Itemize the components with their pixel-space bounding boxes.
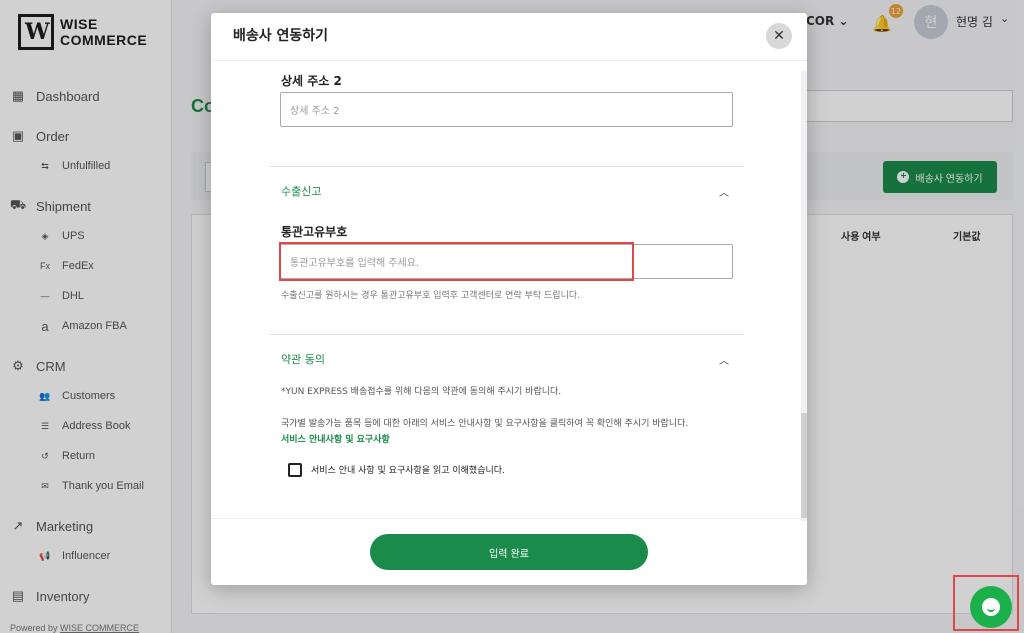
submit-button[interactable]: 입력 완료: [370, 534, 648, 570]
footer-divider: [211, 518, 807, 519]
terms-checkbox[interactable]: [288, 463, 302, 477]
address2-input[interactable]: 상세 주소 2: [280, 92, 733, 127]
chat-button[interactable]: [970, 586, 1012, 628]
service-requirements-link[interactable]: 서비스 안내사항 및 요구사항: [281, 432, 390, 445]
terms-agreement-header[interactable]: 약관 동의: [281, 351, 325, 367]
divider: [269, 166, 744, 167]
address2-placeholder: 상세 주소 2: [290, 106, 340, 117]
highlight-box: [279, 242, 634, 281]
address2-label: 상세 주소 2: [281, 74, 342, 88]
customs-code-label: 통관고유부호: [281, 225, 348, 239]
modal-header: 배송사 연동하기 ✕: [211, 13, 807, 61]
chevron-up-icon[interactable]: ︿: [719, 352, 729, 367]
terms-notice-detail: 국가별 발송가능 품목 등에 대한 아래의 서비스 안내사항 및 요구사항을 클…: [281, 419, 689, 429]
export-declaration-header[interactable]: 수출신고: [281, 183, 321, 199]
terms-notice: *YUN EXPRESS 배송접수를 위해 다음의 약관에 동의해 주시기 바랍…: [281, 387, 562, 397]
close-button[interactable]: ✕: [766, 23, 792, 49]
modal-title: 배송사 연동하기: [233, 28, 329, 44]
divider: [269, 334, 744, 335]
chat-icon: [982, 598, 1000, 616]
close-icon: ✕: [773, 28, 785, 44]
chevron-up-icon[interactable]: ︿: [719, 184, 729, 199]
scrollbar-thumb[interactable]: [801, 413, 807, 519]
carrier-connect-modal: 배송사 연동하기 ✕ 상세 주소 2 상세 주소 2 수출신고 ︿ 통관고유부호…: [211, 13, 807, 585]
customs-code-help: 수출신고를 원하시는 경우 통관고유부호 입력후 고객센터로 연락 부탁 드립니…: [281, 291, 580, 301]
terms-checkbox-label[interactable]: 서비스 안내 사항 및 요구사항을 읽고 이해했습니다.: [311, 463, 505, 476]
